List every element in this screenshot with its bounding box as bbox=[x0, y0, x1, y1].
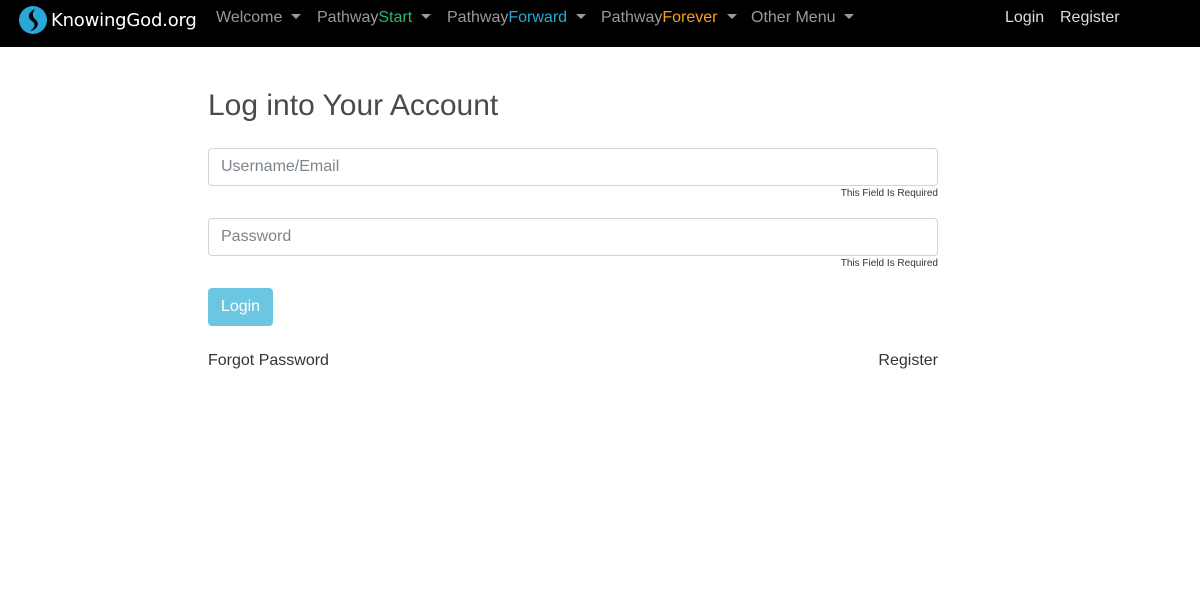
page-title: Log into Your Account bbox=[208, 89, 499, 122]
nav-menu-welcome[interactable]: Welcome bbox=[216, 0, 302, 35]
caret-down-icon bbox=[291, 14, 302, 19]
nav-login-link[interactable]: Login bbox=[1005, 0, 1044, 35]
caret-down-icon bbox=[576, 14, 587, 19]
register-link[interactable]: Register bbox=[878, 351, 938, 371]
nav-menu-other[interactable]: Other Menu bbox=[751, 0, 855, 35]
caret-down-icon bbox=[844, 14, 855, 19]
username-email-input[interactable] bbox=[208, 148, 938, 186]
caret-down-icon bbox=[726, 14, 737, 19]
brand-link[interactable]: KnowingGod.org bbox=[18, 4, 197, 36]
nav-menu-label-suffix: Forward bbox=[508, 8, 568, 26]
nav-menu-label-prefix: Pathway bbox=[447, 8, 509, 26]
password-required-message: This Field Is Required bbox=[840, 258, 938, 269]
forgot-password-link[interactable]: Forgot Password bbox=[208, 351, 329, 371]
caret-down-icon bbox=[421, 14, 432, 19]
nav-menu-label: Welcome bbox=[216, 8, 283, 26]
nav-menu-pathway-forever[interactable]: Pathway Forever bbox=[601, 0, 737, 35]
nav-menu-label-prefix: Pathway bbox=[601, 8, 663, 26]
top-navbar: KnowingGod.org Welcome Pathway Start Path… bbox=[0, 0, 1200, 47]
password-input[interactable] bbox=[208, 218, 938, 256]
nav-menu-label-suffix: Start bbox=[378, 8, 413, 26]
nav-menu-pathway-start[interactable]: Pathway Start bbox=[317, 0, 432, 35]
nav-menu-label: Other Menu bbox=[751, 8, 836, 26]
nav-menu-label-prefix: Pathway bbox=[317, 8, 379, 26]
flame-swirl-logo-icon bbox=[19, 6, 47, 34]
brand-name: KnowingGod.org bbox=[51, 9, 197, 31]
nav-menu-pathway-forward[interactable]: Pathway Forward bbox=[447, 0, 587, 35]
nav-register-link[interactable]: Register bbox=[1060, 0, 1120, 35]
username-required-message: This Field Is Required bbox=[840, 188, 938, 199]
nav-menu-label-suffix: Forever bbox=[662, 8, 718, 26]
login-submit-button[interactable]: Login bbox=[208, 288, 273, 326]
